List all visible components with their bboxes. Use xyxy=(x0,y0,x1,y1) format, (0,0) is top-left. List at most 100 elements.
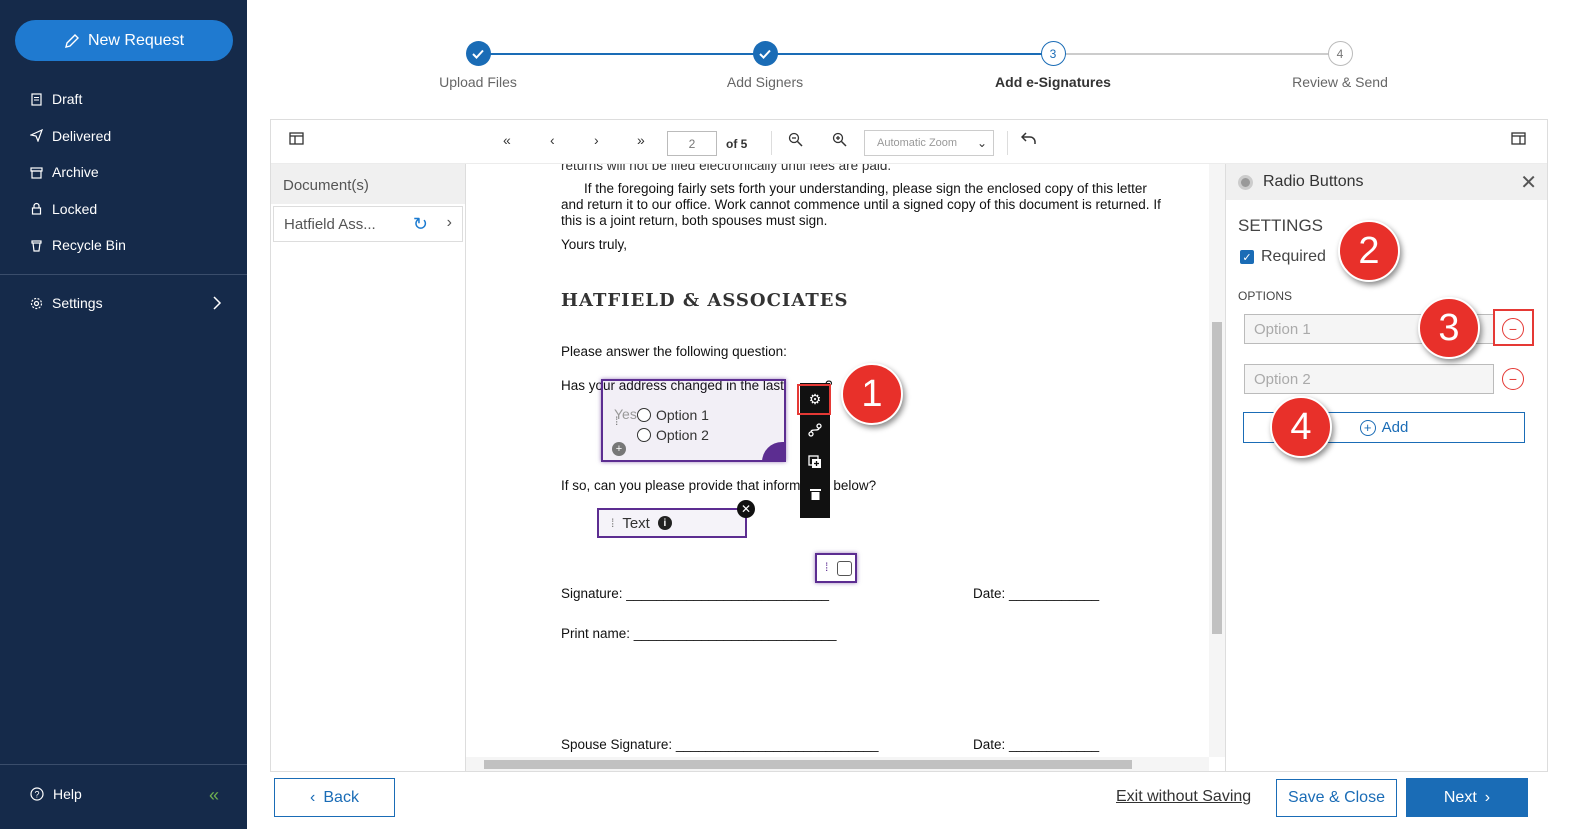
scroll-thumb[interactable] xyxy=(484,760,1132,769)
text-field-label: Text xyxy=(622,514,650,532)
chevron-left-icon: ‹ xyxy=(310,788,316,806)
document-name: Hatfield Ass... xyxy=(284,216,376,233)
info-icon[interactable]: i xyxy=(657,516,672,530)
step-label: Add Signers xyxy=(726,74,804,90)
checkbox-checked-icon[interactable]: ✓ xyxy=(1240,250,1254,264)
documents-panel: Document(s) Hatfield Ass... ↻ › xyxy=(271,164,466,771)
remove-option-icon[interactable]: − xyxy=(1502,368,1524,390)
page-text: Please answer the following question: xyxy=(561,344,787,359)
svg-text:?: ? xyxy=(34,790,39,800)
check-icon xyxy=(752,41,778,66)
scroll-thumb[interactable] xyxy=(1212,322,1222,634)
page-text: If the foregoing fairly sets forth your … xyxy=(584,181,1147,196)
text-field[interactable]: ⁞ Text i xyxy=(597,508,747,538)
sidebar-item-delivered[interactable]: Delivered xyxy=(0,118,247,155)
back-button[interactable]: ‹ Back xyxy=(274,778,395,817)
sidebar-item-label: Locked xyxy=(52,200,98,217)
check-icon xyxy=(465,41,491,66)
required-checkbox[interactable]: ✓ Required xyxy=(1240,248,1326,266)
document-item[interactable]: Hatfield Ass... ↻ › xyxy=(273,206,463,242)
zoom-in-icon[interactable] xyxy=(832,132,847,150)
sidebar-item-draft[interactable]: Draft xyxy=(0,81,247,118)
sidebar-item-recycle-bin[interactable]: Recycle Bin xyxy=(0,227,247,264)
step-label: Review & Send xyxy=(1292,74,1388,90)
sidebar-item-archive[interactable]: Archive xyxy=(0,154,247,191)
progress-stepper: Upload Files Add Signers 3 Add e-Signatu… xyxy=(247,0,1585,118)
new-request-label: New Request xyxy=(87,31,185,49)
save-close-button[interactable]: Save & Close xyxy=(1276,779,1397,817)
add-option-icon[interactable]: + xyxy=(612,442,626,456)
pencil-icon xyxy=(65,33,79,48)
step-review-send: 4 Review & Send xyxy=(1240,41,1440,90)
checkbox-box[interactable] xyxy=(837,561,852,576)
last-page-icon[interactable]: » xyxy=(637,132,645,148)
chevron-right-icon[interactable]: › xyxy=(447,214,452,232)
radio-button-field[interactable]: Yes ⁞ Option 1 Option 2 + xyxy=(601,379,786,462)
callout-badge: 3 xyxy=(1418,297,1480,359)
required-label: Required xyxy=(1261,248,1326,265)
previous-page-icon[interactable]: ‹ xyxy=(550,132,555,148)
sidebar-item-label: Recycle Bin xyxy=(52,237,126,254)
delete-icon[interactable] xyxy=(807,487,823,504)
back-label: Back xyxy=(323,788,359,806)
resize-handle[interactable] xyxy=(762,442,786,462)
checkbox-field[interactable]: ⁞ xyxy=(815,553,857,583)
panel-title: Radio Buttons xyxy=(1263,173,1364,190)
chevron-right-icon: › xyxy=(1484,788,1491,806)
date-line: Date: ____________ xyxy=(973,737,1100,752)
step-label: Add e-Signatures xyxy=(995,74,1111,90)
step-add-signers: Add Signers xyxy=(665,41,865,90)
exit-without-saving-link[interactable]: Exit without Saving xyxy=(1116,788,1251,806)
toolbar-divider xyxy=(771,131,772,155)
refresh-icon[interactable]: ↻ xyxy=(413,214,428,235)
step-upload-files: Upload Files xyxy=(378,41,578,90)
trash-icon xyxy=(31,240,42,252)
sidebar-item-locked[interactable]: Locked xyxy=(0,191,247,228)
archive-icon xyxy=(30,167,43,179)
radio-option[interactable]: Option 2 xyxy=(637,427,709,443)
duplicate-icon[interactable] xyxy=(807,455,823,472)
sidebar-item-help[interactable]: ? Help « xyxy=(0,776,247,812)
chevron-down-icon: ⌄ xyxy=(976,136,987,150)
option-input[interactable]: Option 2 xyxy=(1244,364,1494,394)
radio-circle[interactable] xyxy=(637,408,651,422)
undo-icon[interactable] xyxy=(1020,132,1036,148)
close-icon[interactable]: ✕ xyxy=(1520,170,1537,195)
sidebar-item-label: Delivered xyxy=(52,127,112,144)
callout-badge: 2 xyxy=(1338,220,1400,282)
add-option-label: Add xyxy=(1381,419,1409,436)
radio-circle[interactable] xyxy=(637,428,651,442)
first-page-icon[interactable]: « xyxy=(503,132,511,148)
next-page-icon[interactable]: › xyxy=(594,132,599,148)
next-label: Next xyxy=(1443,788,1477,806)
new-request-button[interactable]: New Request xyxy=(15,20,233,61)
drag-handle-icon[interactable]: ⁞ xyxy=(615,414,618,428)
vertical-scrollbar[interactable] xyxy=(1209,164,1225,757)
drag-handle-icon[interactable]: ⁞ xyxy=(611,516,614,530)
draft-icon xyxy=(31,93,42,106)
radio-option-label: Option 1 xyxy=(656,407,709,423)
sidebar: New Request Draft Delivered Archive Lock… xyxy=(0,0,247,829)
zoom-out-icon[interactable] xyxy=(788,132,803,150)
link-icon[interactable] xyxy=(807,423,823,440)
sidebar-item-settings[interactable]: Settings xyxy=(0,285,247,321)
remove-field-icon[interactable]: ✕ xyxy=(737,500,755,518)
callout-badge: 4 xyxy=(1270,396,1332,458)
toolbar-divider xyxy=(1007,131,1008,155)
toggle-sidebar-icon[interactable] xyxy=(289,132,304,148)
toggle-panel-icon[interactable] xyxy=(1511,132,1526,148)
zoom-select-value: Automatic Zoom xyxy=(877,137,958,149)
highlight-box xyxy=(1493,309,1534,346)
radio-option[interactable]: Option 1 xyxy=(637,407,709,423)
next-button[interactable]: Next › xyxy=(1406,778,1528,817)
horizontal-scrollbar[interactable] xyxy=(466,757,1209,771)
step-number: 4 xyxy=(1327,41,1353,66)
sidebar-nav: Draft Delivered Archive Locked Recycle B… xyxy=(0,81,247,264)
help-icon: ? xyxy=(30,787,44,801)
page-number-input[interactable]: 2 xyxy=(667,131,717,156)
drag-handle-icon[interactable]: ⁞ xyxy=(825,560,828,574)
spouse-signature-line: Spouse Signature: ______________________… xyxy=(561,737,879,752)
sidebar-item-label: Settings xyxy=(52,295,103,311)
collapse-sidebar-icon[interactable]: « xyxy=(209,785,219,806)
zoom-select[interactable]: Automatic Zoom ⌄ xyxy=(864,130,994,156)
